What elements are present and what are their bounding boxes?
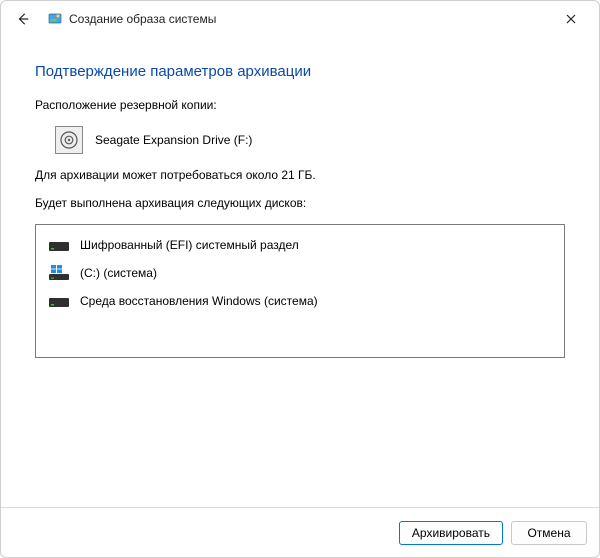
list-item[interactable]: Шифрованный (EFI) системный раздел [44,231,556,259]
close-icon [566,14,576,24]
disks-list: Шифрованный (EFI) системный раздел (C:) … [35,224,565,358]
archive-button[interactable]: Архивировать [399,521,503,545]
footer: Архивировать Отмена [1,507,599,557]
content-area: Подтверждение параметров архивации Распо… [1,37,599,507]
back-button[interactable] [13,9,33,29]
windows-drive-icon [48,264,70,282]
list-item[interactable]: Среда восстановления Windows (система) [44,287,556,315]
disks-label: Будет выполнена архивация следующих диск… [35,196,565,210]
dialog-window: Создание образа системы Подтверждение па… [0,0,600,558]
disk-label: Шифрованный (EFI) системный раздел [80,238,299,252]
list-item[interactable]: (C:) (система) [44,259,556,287]
size-estimate: Для архивации может потребоваться около … [35,168,565,182]
page-heading: Подтверждение параметров архивации [35,63,565,80]
backup-location-label: Расположение резервной копии: [35,98,565,112]
system-image-icon [47,11,63,27]
drive-icon [48,236,70,254]
titlebar: Создание образа системы [1,1,599,37]
backup-destination-name: Seagate Expansion Drive (F:) [95,133,252,147]
backup-destination: Seagate Expansion Drive (F:) [55,126,565,154]
external-drive-icon [55,126,83,154]
disk-label: (C:) (система) [80,266,157,280]
arrow-left-icon [16,12,30,26]
disk-label: Среда восстановления Windows (система) [80,294,318,308]
window-title: Создание образа системы [69,12,216,26]
drive-icon [48,292,70,310]
cancel-button[interactable]: Отмена [511,521,587,545]
close-button[interactable] [551,5,591,33]
